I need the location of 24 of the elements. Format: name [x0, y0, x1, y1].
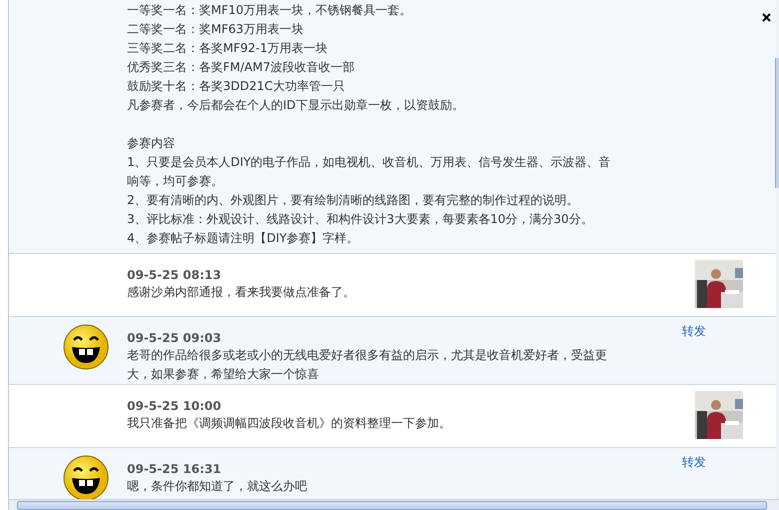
- post-text: 凡参赛者，今后都会在个人的ID下显示出勋章一枚，以资鼓励。: [127, 97, 465, 114]
- post-text: 二等奖一名：奖MF63万用表一块: [127, 21, 305, 38]
- forward-link[interactable]: 转发: [682, 454, 706, 471]
- smiley-icon: [62, 454, 110, 502]
- post-text: 4、参赛帖子标题请注明【DIY参赛】字样。: [127, 230, 360, 247]
- post-text: 鼓励奖十名：各奖3DD21C大功率管一只: [127, 78, 346, 95]
- post-text: 3、评比标准：外观设计、线路设计、和构件设计3大要素，每要素各10分，满分30分。: [127, 211, 594, 228]
- comment-text: 嗯，条件你都知道了，就这么办吧: [127, 478, 308, 495]
- forward-link[interactable]: 转发: [682, 323, 706, 340]
- post-text: 三等奖二名：各奖MF92-1万用表一块: [127, 40, 328, 57]
- comment-text: 感谢沙弟内部通报，看来我要做点准备了。: [127, 284, 356, 301]
- comment-text: 老哥的作品给很多或老或小的无线电爱好者很多有益的启示，尤其是收音机爱好者，受益更大，如果参赛，希望给大家一个惊喜: [127, 347, 608, 383]
- close-icon[interactable]: [762, 13, 771, 22]
- comment-time: 09-5-25 16:31: [127, 461, 222, 477]
- post-text: 参赛内容: [127, 135, 176, 152]
- post-text: 优秀奖三名：各奖FM/AM7波段收音收一部: [127, 59, 356, 76]
- comment-time: 09-5-25 10:00: [127, 398, 222, 414]
- smiley-icon: [62, 323, 110, 371]
- comment-time: 09-5-25 09:03: [127, 330, 222, 346]
- post-text: 1、只要是会员本人DIY的电子作品，如电视机、收音机、万用表、信号发生器、示波器、音响等，均可参赛。: [127, 154, 612, 190]
- post-text: 2、要有清晰的内、外观图片，要有绘制清晰的线路图，要有完整的制作过程的说明。: [127, 192, 580, 209]
- comment-time: 09-5-25 08:13: [127, 267, 222, 283]
- post-text: 一等奖一名：奖MF10万用表一块，不锈钢餐具一套。: [127, 2, 413, 19]
- comment-text: 我只准备把《调频调幅四波段收音机》的资料整理一下参加。: [127, 415, 452, 432]
